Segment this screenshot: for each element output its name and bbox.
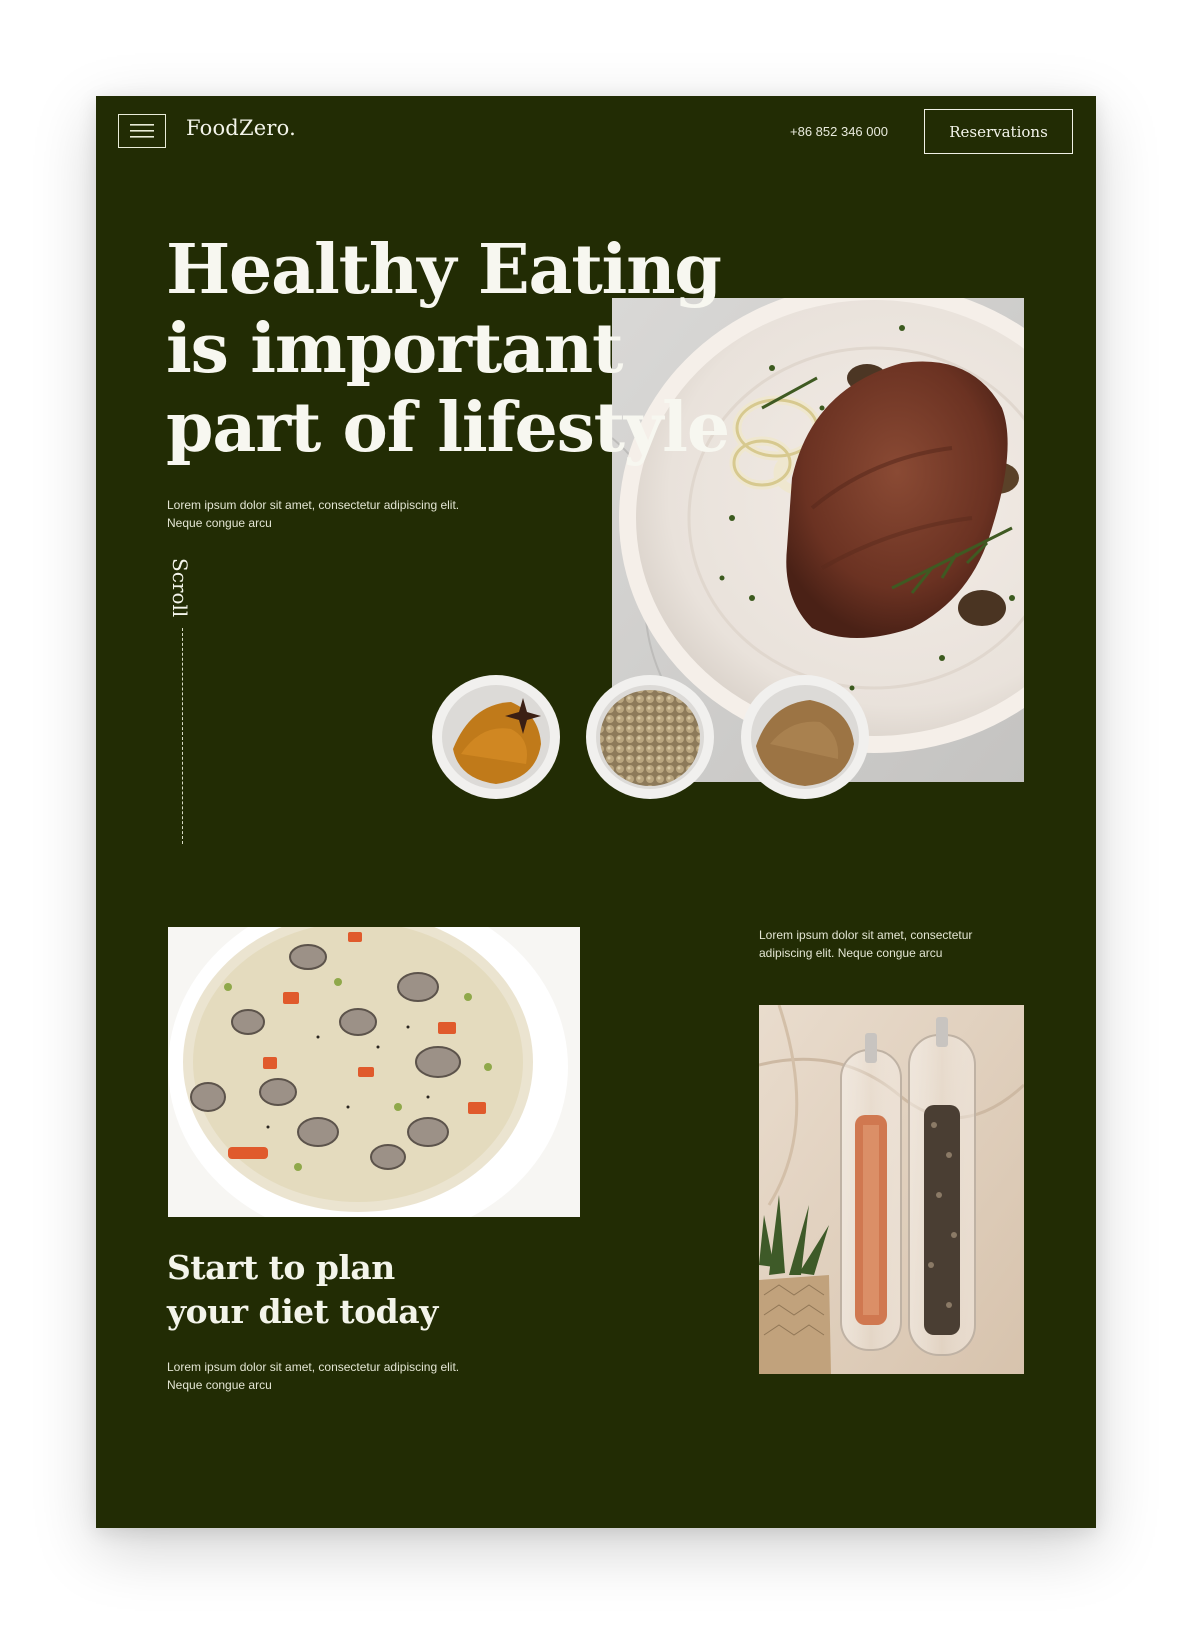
landing-page: FoodZero. +86 852 346 000 Reservations H…	[96, 96, 1096, 1528]
reservations-button[interactable]: Reservations	[924, 109, 1073, 154]
hamburger-menu-icon	[130, 124, 154, 138]
spice-bowl-cumin	[741, 675, 869, 799]
hero-description: Lorem ipsum dolor sit amet, consectetur …	[167, 498, 460, 530]
brand-logo[interactable]: FoodZero.	[186, 116, 296, 140]
spice-bowl-turmeric	[432, 675, 560, 799]
spice-bowl-peppercorn	[586, 675, 714, 799]
scroll-line	[182, 628, 183, 844]
clam-chowder-photo	[168, 927, 580, 1217]
plan-title-line: your diet today	[167, 1292, 438, 1331]
side-description: Lorem ipsum dolor sit amet, consectetur …	[759, 928, 973, 960]
hero-title-line: is important	[166, 309, 623, 389]
hero-title-line: Healthy Eating	[166, 230, 722, 310]
hero-title: Healthy Eating is important part of life…	[166, 230, 730, 468]
phone-number[interactable]: +86 852 346 000	[790, 124, 888, 139]
hero-title-line: part of lifestyle	[166, 388, 730, 468]
salt-pepper-grinder-photo	[759, 1005, 1024, 1374]
scroll-label[interactable]: Scroll	[168, 558, 192, 617]
plan-title: Start to plan your diet today	[167, 1246, 438, 1334]
menu-button[interactable]	[118, 114, 166, 148]
plan-title-line: Start to plan	[167, 1248, 395, 1287]
plan-description: Lorem ipsum dolor sit amet, consectetur …	[167, 1360, 460, 1392]
